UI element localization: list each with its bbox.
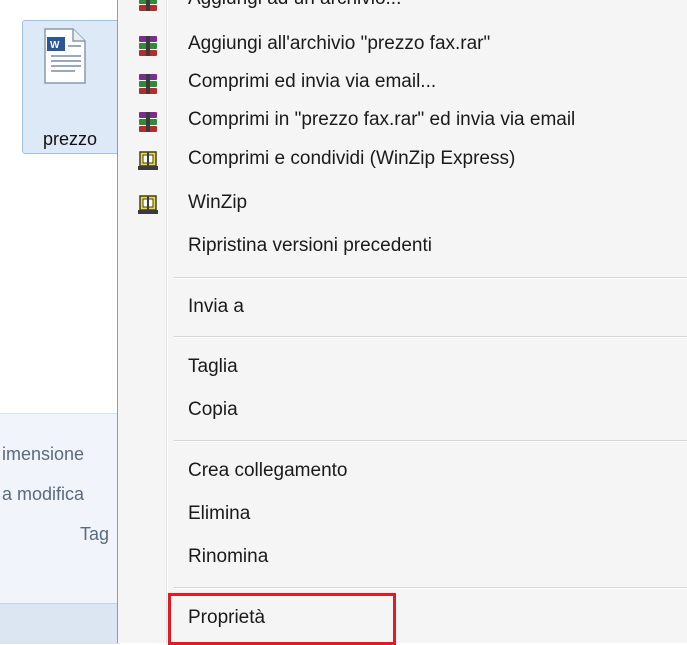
winrar-icon xyxy=(139,112,157,132)
winrar-icon xyxy=(139,0,157,11)
details-tags-label: Tag xyxy=(80,524,110,544)
menu-item-label: Rinomina xyxy=(188,546,269,567)
menu-item-restore-versions[interactable]: Ripristina versioni precedenti xyxy=(118,229,687,269)
details-size-label: imensione xyxy=(2,444,85,464)
menu-item-compress-rar-email[interactable]: Comprimi in "prezzo fax.rar" ed invia vi… xyxy=(118,103,687,143)
menu-separator xyxy=(174,277,687,278)
menu-item-compress-email[interactable]: Comprimi ed invia via email... xyxy=(118,65,687,105)
menu-separator xyxy=(174,587,687,588)
winzip-icon xyxy=(138,151,158,170)
menu-item-create-shortcut[interactable]: Crea collegamento xyxy=(118,454,687,494)
menu-item-label: Crea collegamento xyxy=(188,460,348,481)
word-document-icon: W xyxy=(44,28,86,84)
menu-item-add-to-rar[interactable]: Aggiungi all'archivio "prezzo fax.rar" xyxy=(118,27,687,67)
menu-item-add-to-archive[interactable]: Aggiungi ad un archivio... xyxy=(118,0,687,22)
winzip-icon xyxy=(138,195,158,214)
context-menu: Aggiungi ad un archivio... Aggiungi all'… xyxy=(117,0,687,643)
svg-text:W: W xyxy=(50,40,60,51)
menu-item-label: Invia a xyxy=(188,296,244,317)
winrar-icon xyxy=(139,74,157,94)
menu-item-cut[interactable]: Taglia xyxy=(118,350,687,390)
menu-item-label: Comprimi e condividi (WinZip Express) xyxy=(188,148,516,169)
menu-item-label: WinZip xyxy=(188,192,248,213)
winrar-icon xyxy=(139,36,157,56)
menu-item-label: Elimina xyxy=(188,503,251,524)
file-item-selected[interactable]: W prezzo xyxy=(22,20,129,154)
menu-item-winzip[interactable]: WinZip xyxy=(118,186,687,226)
menu-item-label: Copia xyxy=(188,399,238,420)
menu-item-label: Taglia xyxy=(188,356,238,377)
menu-item-winzip-express[interactable]: Comprimi e condividi (WinZip Express) xyxy=(118,142,687,182)
menu-item-rename[interactable]: Rinomina xyxy=(118,540,687,580)
details-pane: imensione a modifica Tag xyxy=(0,413,120,604)
file-name-label: prezzo xyxy=(43,129,98,149)
menu-item-label: Aggiungi ad un archivio... xyxy=(188,0,401,10)
menu-separator xyxy=(174,336,687,337)
menu-item-label: Comprimi in "prezzo fax.rar" ed invia vi… xyxy=(188,109,576,130)
menu-item-delete[interactable]: Elimina xyxy=(118,497,687,537)
menu-item-label: Ripristina versioni precedenti xyxy=(188,235,432,256)
menu-item-label: Comprimi ed invia via email... xyxy=(188,71,437,92)
menu-separator xyxy=(174,440,687,441)
menu-item-copy[interactable]: Copia xyxy=(118,393,687,433)
explorer-pane: W prezzo imensione a modifica Tag xyxy=(0,0,129,644)
menu-item-label: Aggiungi all'archivio "prezzo fax.rar" xyxy=(188,33,491,54)
details-modified-label: a modifica xyxy=(2,484,85,504)
highlight-box xyxy=(168,593,396,645)
menu-item-send-to[interactable]: Invia a xyxy=(118,290,687,330)
status-strip xyxy=(0,603,120,644)
